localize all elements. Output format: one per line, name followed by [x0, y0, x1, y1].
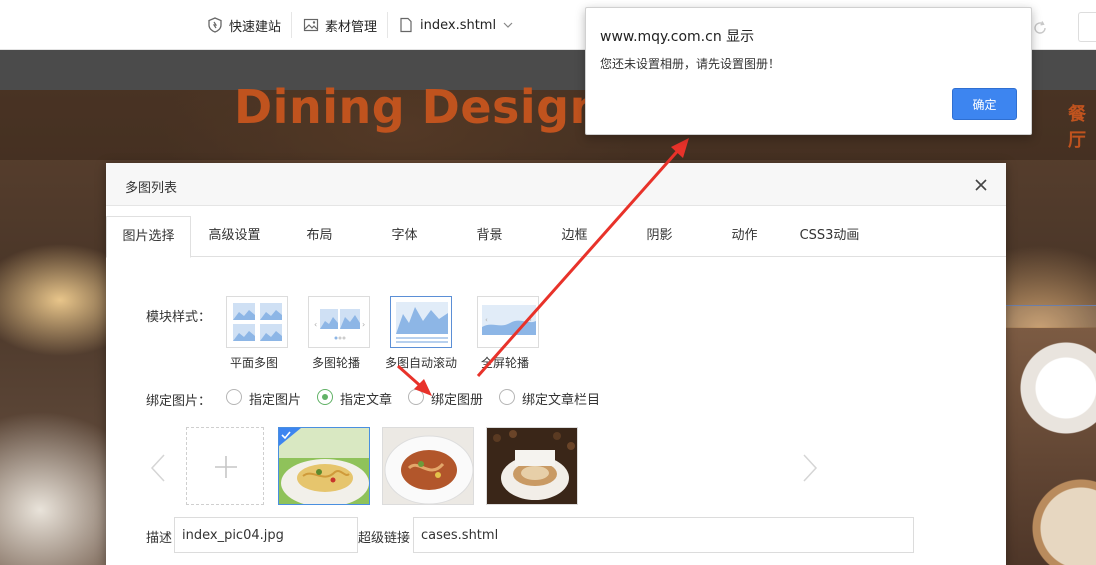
material-manage-label: 素材管理 [325, 19, 378, 35]
radio-label-specify-image[interactable]: 指定图片 [249, 389, 301, 408]
quick-build-label: 快速建站 [229, 19, 282, 35]
hero-side-text: 餐厅 [1068, 104, 1086, 151]
flat-grid-thumbnail-icon [233, 303, 282, 341]
chevron-right-icon[interactable] [800, 453, 820, 483]
tab-font[interactable]: 字体 [362, 216, 447, 257]
module-style-label: 模块样式： [146, 310, 212, 325]
image-thumb-noodles[interactable] [382, 427, 474, 505]
description-input[interactable] [174, 517, 358, 553]
shield-icon [208, 17, 222, 33]
browser-alert-dialog: www.mqy.com.cn 显示 您还未设置相册，请先设置图册！ 确定 [585, 7, 1032, 135]
fullscreen-carousel-thumbnail-icon: ‹ › [482, 305, 536, 335]
add-image-button[interactable] [186, 427, 264, 505]
multi-image-list-dialog: 多图列表 图片选择 高级设置 布局 字体 背景 边框 阴影 动作 CSS3动画 … [106, 163, 1006, 565]
file-select-dropdown[interactable]: index.shtml [398, 12, 514, 38]
coffee-cup-image [1006, 328, 1096, 565]
quick-build-button[interactable]: 快速建站 [207, 12, 293, 38]
style-multi-auto-scroll[interactable] [390, 296, 452, 348]
style-fullscreen-carousel[interactable]: ‹ › [477, 296, 539, 348]
radio-bind-article-column[interactable] [499, 389, 515, 405]
tab-image-select[interactable]: 图片选择 [106, 216, 191, 258]
alert-message: 您还未设置相册，请先设置图册！ [600, 57, 781, 71]
image-icon [303, 18, 319, 32]
hyperlink-input[interactable] [413, 517, 914, 553]
file-name-label: index.shtml [420, 17, 497, 33]
style-multi-carousel[interactable]: ‹ › [308, 296, 370, 348]
tab-action[interactable]: 动作 [702, 216, 787, 257]
chevron-down-icon [503, 22, 513, 28]
carousel-thumbnail-icon: ‹ › [314, 309, 365, 340]
radio-label-bind-article-column[interactable]: 绑定文章栏目 [522, 389, 600, 408]
style-flat-multi[interactable] [226, 296, 288, 348]
bind-image-label: 绑定图片： [146, 394, 212, 409]
style-caption-fullscreen: 全屏轮播 [481, 356, 530, 370]
image-thumb-pasta[interactable] [278, 427, 370, 505]
close-icon[interactable] [972, 176, 990, 194]
dialog-title: 多图列表 [125, 181, 178, 196]
dialog-header: 多图列表 [106, 163, 1006, 206]
plus-icon [215, 456, 237, 478]
style-caption-flat: 平面多图 [230, 356, 279, 370]
tab-shadow[interactable]: 阴影 [617, 216, 702, 257]
address-box[interactable] [1078, 12, 1096, 42]
tab-bar: 图片选择 高级设置 布局 字体 背景 边框 阴影 动作 CSS3动画 [106, 216, 1006, 258]
coffee-photo [487, 428, 577, 504]
material-manage-button[interactable]: 素材管理 [303, 12, 389, 38]
radio-bind-album[interactable] [408, 389, 424, 405]
svg-text:›: › [529, 316, 532, 324]
image-thumb-coffee[interactable] [486, 427, 578, 505]
svg-text:›: › [362, 320, 365, 329]
alert-origin: www.mqy.com.cn 显示 [600, 29, 755, 45]
radio-label-specify-article[interactable]: 指定文章 [340, 389, 392, 408]
chevron-left-icon[interactable] [148, 453, 168, 483]
description-label: 描述 [146, 531, 173, 546]
alert-ok-button[interactable]: 确定 [952, 88, 1017, 120]
file-icon [400, 17, 412, 33]
style-caption-auto-scroll: 多图自动滚动 [385, 356, 458, 370]
hyperlink-label: 超级链接 [358, 531, 411, 546]
auto-scroll-thumbnail-icon [396, 302, 448, 343]
hero-title: Dining Design [234, 80, 603, 134]
radio-specify-article[interactable] [317, 389, 333, 405]
radio-specify-image[interactable] [226, 389, 242, 405]
tab-border[interactable]: 边框 [532, 216, 617, 257]
radio-label-bind-album[interactable]: 绑定图册 [431, 389, 483, 408]
svg-text:‹: ‹ [314, 320, 317, 329]
refresh-icon[interactable] [1032, 20, 1048, 36]
tab-background[interactable]: 背景 [447, 216, 532, 257]
tab-advanced[interactable]: 高级设置 [192, 216, 277, 257]
noodle-dish-photo [383, 428, 473, 504]
check-icon [279, 428, 301, 446]
svg-text:‹: ‹ [485, 316, 488, 324]
hero-strip [1006, 305, 1096, 327]
tab-layout[interactable]: 布局 [277, 216, 362, 257]
style-caption-carousel: 多图轮播 [312, 356, 361, 370]
tab-css3-animation[interactable]: CSS3动画 [787, 216, 872, 257]
